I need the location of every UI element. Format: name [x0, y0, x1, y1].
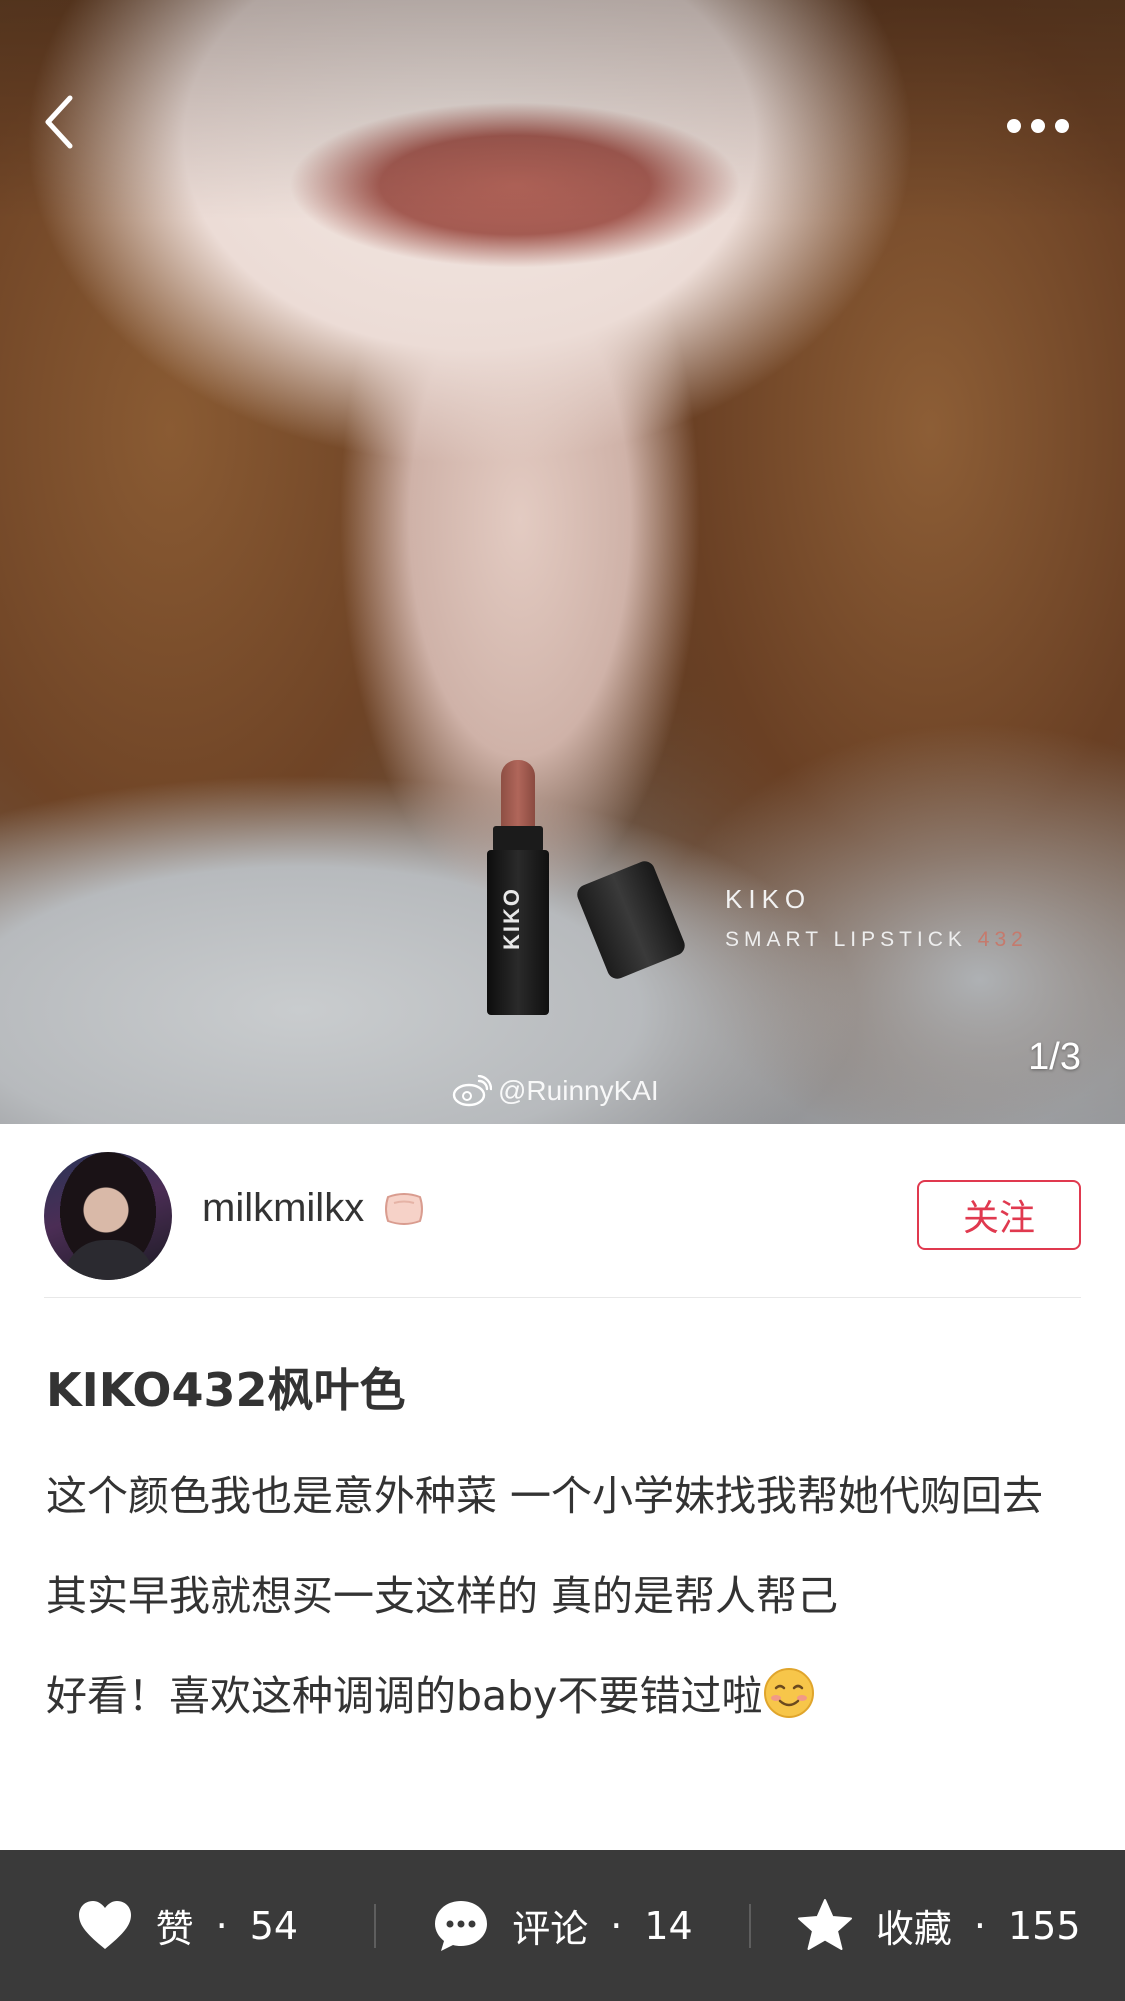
author-row: milkmilkx 关注 [44, 1150, 1081, 1298]
bottom-action-bar: 赞 · 54 评论 · 14 收藏 · 155 [0, 1850, 1125, 2001]
product-name-text: SMART LIPSTICK 432 [725, 928, 1028, 952]
more-options-button[interactable] [998, 104, 1078, 148]
like-label: 赞 [155, 1907, 194, 1951]
smiling-face-icon [764, 1668, 815, 1718]
note-body: 这个颜色我也是意外种菜 一个小学妹找我帮她代购回去 其实早我就想买一支这样的 真… [46, 1460, 1081, 1760]
heart-icon [78, 1900, 131, 1949]
comment-count: 14 [644, 1903, 693, 1948]
lipstick-cap [574, 858, 688, 982]
lipstick-brand-mark: KIKO [499, 887, 524, 950]
star-icon [797, 1898, 852, 1950]
product-shade-number: 432 [977, 928, 1028, 951]
product-brand-text: KIKO [725, 884, 812, 914]
lipstick-bullet [501, 760, 535, 830]
comment-button[interactable]: 评论 · 14 [376, 1850, 750, 2001]
more-dots-icon [1007, 119, 1069, 133]
author-username[interactable]: milkmilkx [202, 1186, 364, 1231]
chevron-left-icon [45, 95, 73, 149]
back-button[interactable] [40, 92, 100, 162]
follow-button[interactable]: 关注 [917, 1180, 1081, 1250]
watermark-text: @RuinnyKAI [498, 1075, 659, 1106]
note-title: KIKO432枫叶色 [46, 1363, 406, 1417]
like-separator: · [215, 1903, 228, 1948]
author-avatar[interactable] [44, 1152, 172, 1280]
comment-label: 评论 [512, 1907, 589, 1951]
author-name-group[interactable]: milkmilkx [202, 1186, 426, 1231]
note-paragraph: 其实早我就想买一支这样的 真的是帮人帮己 [46, 1572, 839, 1620]
collect-separator: · [973, 1903, 986, 1948]
product-name-label: SMART LIPSTICK [725, 928, 967, 951]
collect-button[interactable]: 收藏 · 155 [751, 1850, 1125, 2001]
like-count: 54 [249, 1903, 299, 1948]
image-top-shade [0, 0, 1125, 220]
lipstick-collar [493, 826, 543, 852]
comment-bubble-icon [435, 1900, 488, 1951]
weibo-icon [452, 1075, 492, 1107]
like-button[interactable]: 赞 · 54 [0, 1850, 374, 2001]
note-paragraph: 这个颜色我也是意外种菜 一个小学妹找我帮她代购回去 [46, 1472, 1044, 1520]
lipstick-product: KIKO [487, 760, 549, 1015]
note-paragraph: 好看！喜欢这种调调的baby不要错过啦 [46, 1660, 1081, 1732]
collect-label: 收藏 [875, 1907, 952, 1951]
note-paragraph-text: 好看！喜欢这种调调的baby不要错过啦 [46, 1672, 763, 1720]
collect-count: 155 [1007, 1903, 1081, 1948]
pillow-emoji-icon [385, 1192, 424, 1225]
post-image[interactable]: KIKO KIKO SMART LIPSTICK 432 @RuinnyKAI … [0, 0, 1125, 1124]
image-page-indicator: 1/3 [1028, 1036, 1081, 1078]
comment-separator: · [610, 1903, 623, 1948]
image-watermark: @RuinnyKAI [452, 1075, 659, 1107]
